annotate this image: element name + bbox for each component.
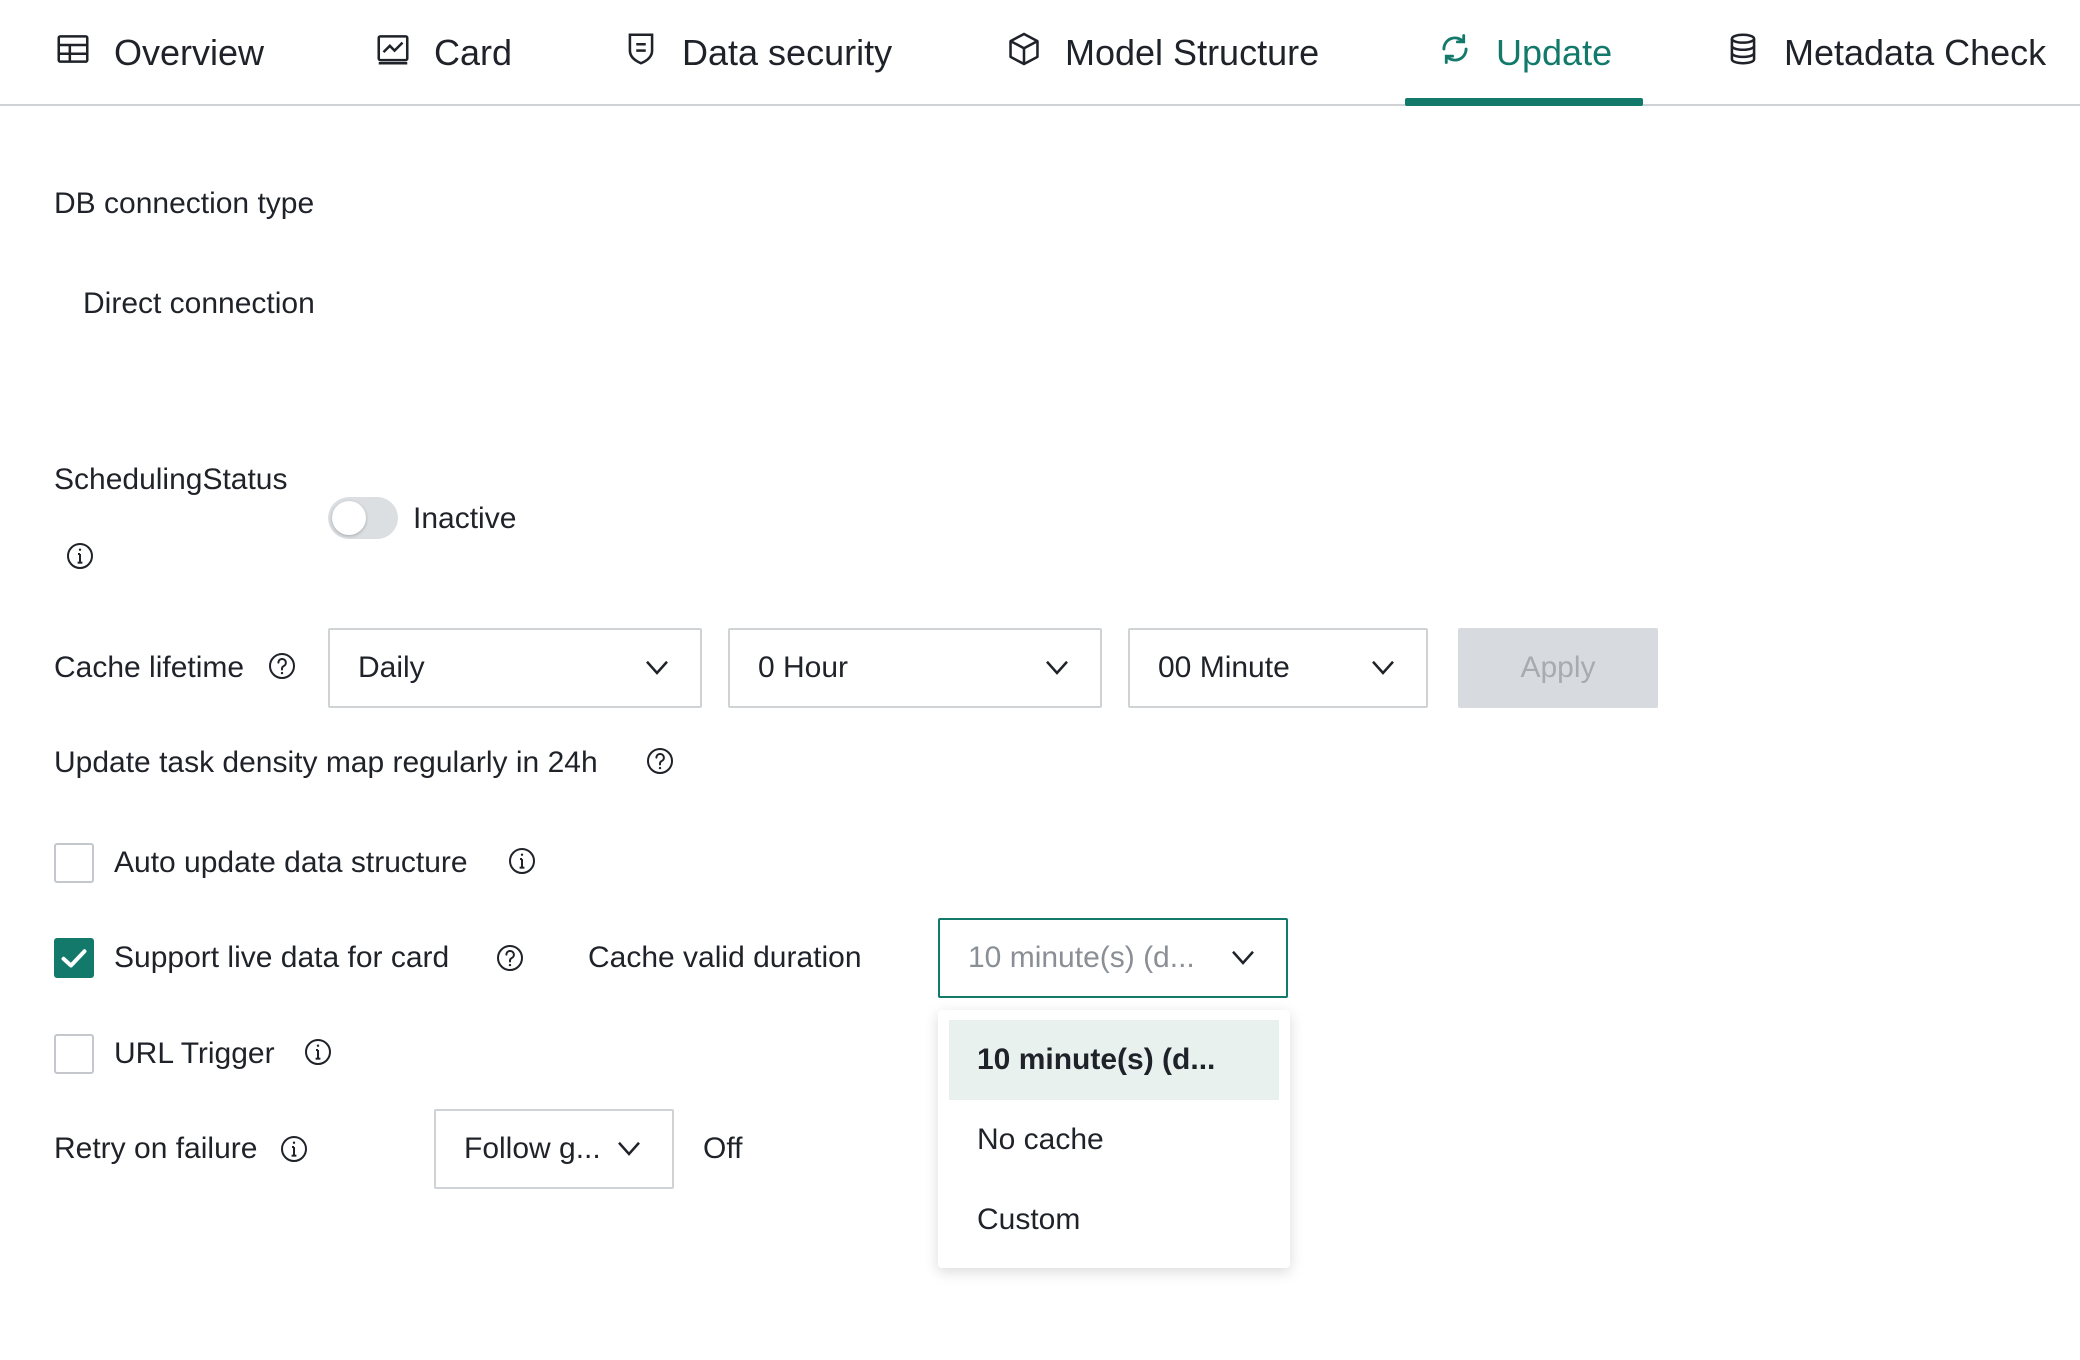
live-data-checkbox[interactable] bbox=[54, 938, 94, 978]
auto-update-checkbox[interactable] bbox=[54, 843, 94, 883]
tab-bar: Overview Card Data security Model Struct… bbox=[0, 0, 2080, 106]
help-icon[interactable] bbox=[644, 745, 676, 777]
chevron-down-icon bbox=[1368, 653, 1398, 683]
chevron-down-icon bbox=[614, 1134, 644, 1164]
db-connection-value: Direct connection bbox=[83, 287, 315, 320]
refresh-icon bbox=[1436, 30, 1474, 77]
retry-status-text: Off bbox=[703, 1132, 743, 1165]
tab-label: Card bbox=[434, 32, 513, 73]
cache-valid-duration-select[interactable]: 10 minute(s) (d... bbox=[938, 918, 1288, 998]
tab-card[interactable]: Card bbox=[374, 0, 512, 106]
info-icon[interactable] bbox=[64, 540, 96, 572]
select-value: 0 Hour bbox=[758, 651, 849, 684]
chevron-down-icon bbox=[1228, 943, 1258, 973]
tab-update[interactable]: Update bbox=[1436, 0, 1612, 106]
database-icon bbox=[1724, 30, 1762, 77]
help-icon[interactable] bbox=[266, 650, 298, 682]
tab-metadata-check[interactable]: Metadata Check bbox=[1724, 0, 2046, 106]
active-tab-indicator bbox=[1405, 98, 1643, 106]
chevron-down-icon bbox=[1042, 653, 1072, 683]
cache-lifetime-label: Cache lifetime bbox=[54, 651, 245, 684]
cache-hour-select[interactable]: 0 Hour bbox=[728, 628, 1102, 708]
tab-label: Overview bbox=[114, 32, 265, 73]
apply-button[interactable]: Apply bbox=[1458, 628, 1658, 708]
tab-model-structure[interactable]: Model Structure bbox=[1005, 0, 1319, 106]
dropdown-option-no-cache[interactable]: No cache bbox=[949, 1100, 1279, 1180]
cache-valid-duration-label: Cache valid duration bbox=[588, 941, 862, 974]
tab-label: Metadata Check bbox=[1784, 32, 2047, 73]
tab-label: Data security bbox=[682, 32, 893, 73]
cache-duration-dropdown: 10 minute(s) (d... No cache Custom bbox=[938, 1010, 1290, 1268]
tab-label: Update bbox=[1496, 32, 1613, 73]
table-icon bbox=[54, 30, 92, 77]
select-value: Daily bbox=[358, 651, 425, 684]
toggle-knob bbox=[332, 501, 366, 535]
retry-select[interactable]: Follow g... bbox=[434, 1109, 674, 1189]
shield-icon bbox=[622, 30, 660, 77]
density-map-label: Update task density map regularly in 24h bbox=[54, 746, 598, 779]
url-trigger-label: URL Trigger bbox=[114, 1037, 275, 1070]
dropdown-option-custom[interactable]: Custom bbox=[949, 1180, 1279, 1260]
db-connection-label: DB connection type bbox=[54, 187, 315, 220]
live-data-label: Support live data for card bbox=[114, 941, 450, 974]
info-icon[interactable] bbox=[302, 1036, 334, 1068]
auto-update-label: Auto update data structure bbox=[114, 846, 468, 879]
retry-label: Retry on failure bbox=[54, 1132, 258, 1165]
cube-icon bbox=[1005, 30, 1043, 77]
scheduling-toggle[interactable] bbox=[328, 497, 398, 539]
select-value: Follow g... bbox=[464, 1132, 601, 1165]
tab-data-security[interactable]: Data security bbox=[622, 0, 892, 106]
cache-minute-select[interactable]: 00 Minute bbox=[1128, 628, 1428, 708]
tab-overview[interactable]: Overview bbox=[54, 0, 264, 106]
dropdown-option-10-minutes[interactable]: 10 minute(s) (d... bbox=[949, 1020, 1279, 1100]
help-icon[interactable] bbox=[494, 942, 526, 974]
info-icon[interactable] bbox=[506, 845, 538, 877]
checkmark-icon bbox=[61, 949, 87, 968]
select-value: 10 minute(s) (d... bbox=[968, 941, 1195, 974]
info-icon[interactable] bbox=[278, 1133, 310, 1165]
chevron-down-icon bbox=[642, 653, 672, 683]
select-value: 00 Minute bbox=[1158, 651, 1290, 684]
chart-card-icon bbox=[374, 30, 412, 77]
tab-label: Model Structure bbox=[1065, 32, 1320, 73]
cache-frequency-select[interactable]: Daily bbox=[328, 628, 702, 708]
scheduling-status-label: SchedulingStatus bbox=[54, 463, 288, 496]
scheduling-status-text: Inactive bbox=[413, 502, 517, 535]
url-trigger-checkbox[interactable] bbox=[54, 1034, 94, 1074]
